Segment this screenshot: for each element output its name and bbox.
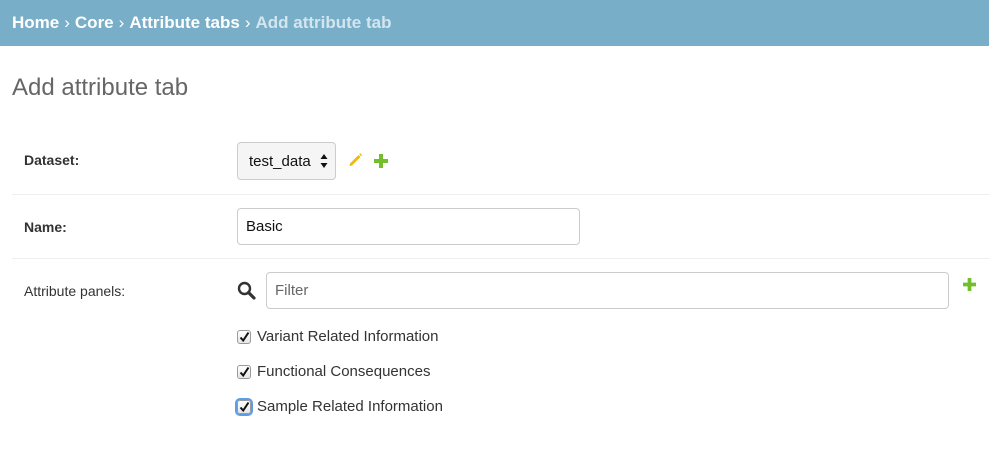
checkmark-icon bbox=[239, 331, 250, 342]
row-divider bbox=[12, 258, 989, 259]
attribute-panels-label: Attribute panels: bbox=[24, 283, 126, 299]
plus-icon[interactable] bbox=[963, 278, 976, 291]
checkbox-label: Sample Related Information bbox=[257, 398, 443, 415]
name-label: Name: bbox=[24, 219, 67, 235]
breadcrumb-attribute-tabs-link[interactable]: Attribute tabs bbox=[129, 13, 240, 33]
checkbox[interactable] bbox=[237, 364, 251, 379]
row-divider bbox=[12, 194, 989, 195]
dataset-select-value: test_data bbox=[249, 152, 311, 170]
search-icon bbox=[237, 281, 256, 300]
dataset-select[interactable]: test_data bbox=[237, 142, 336, 180]
checkbox[interactable] bbox=[237, 329, 251, 344]
plus-icon[interactable] bbox=[374, 154, 388, 168]
page-title: Add attribute tab bbox=[12, 74, 189, 101]
breadcrumb-separator: › bbox=[64, 13, 70, 32]
breadcrumb: Home › Core › Attribute tabs › Add attri… bbox=[0, 0, 989, 46]
dataset-label: Dataset: bbox=[24, 152, 80, 168]
name-input[interactable] bbox=[237, 208, 580, 245]
attribute-panel-option[interactable]: Sample Related Information bbox=[237, 398, 443, 415]
filter-input[interactable] bbox=[266, 272, 949, 309]
breadcrumb-separator: › bbox=[118, 13, 125, 32]
breadcrumb-separator: › bbox=[244, 13, 251, 32]
attribute-panel-option[interactable]: Variant Related Information bbox=[237, 328, 439, 345]
checkmark-icon bbox=[239, 366, 250, 377]
pencil-icon[interactable] bbox=[347, 151, 364, 168]
select-arrows-icon bbox=[320, 154, 328, 168]
checkbox-label: Variant Related Information bbox=[257, 328, 439, 345]
checkbox-label: Functional Consequences bbox=[257, 363, 431, 380]
breadcrumb-home-link[interactable]: Home bbox=[12, 13, 59, 33]
breadcrumb-current: Add attribute tab bbox=[255, 13, 392, 32]
breadcrumb-core-link[interactable]: Core bbox=[75, 13, 114, 33]
attribute-panel-option[interactable]: Functional Consequences bbox=[237, 363, 430, 380]
checkbox[interactable] bbox=[237, 399, 251, 414]
checkmark-icon bbox=[239, 401, 250, 412]
